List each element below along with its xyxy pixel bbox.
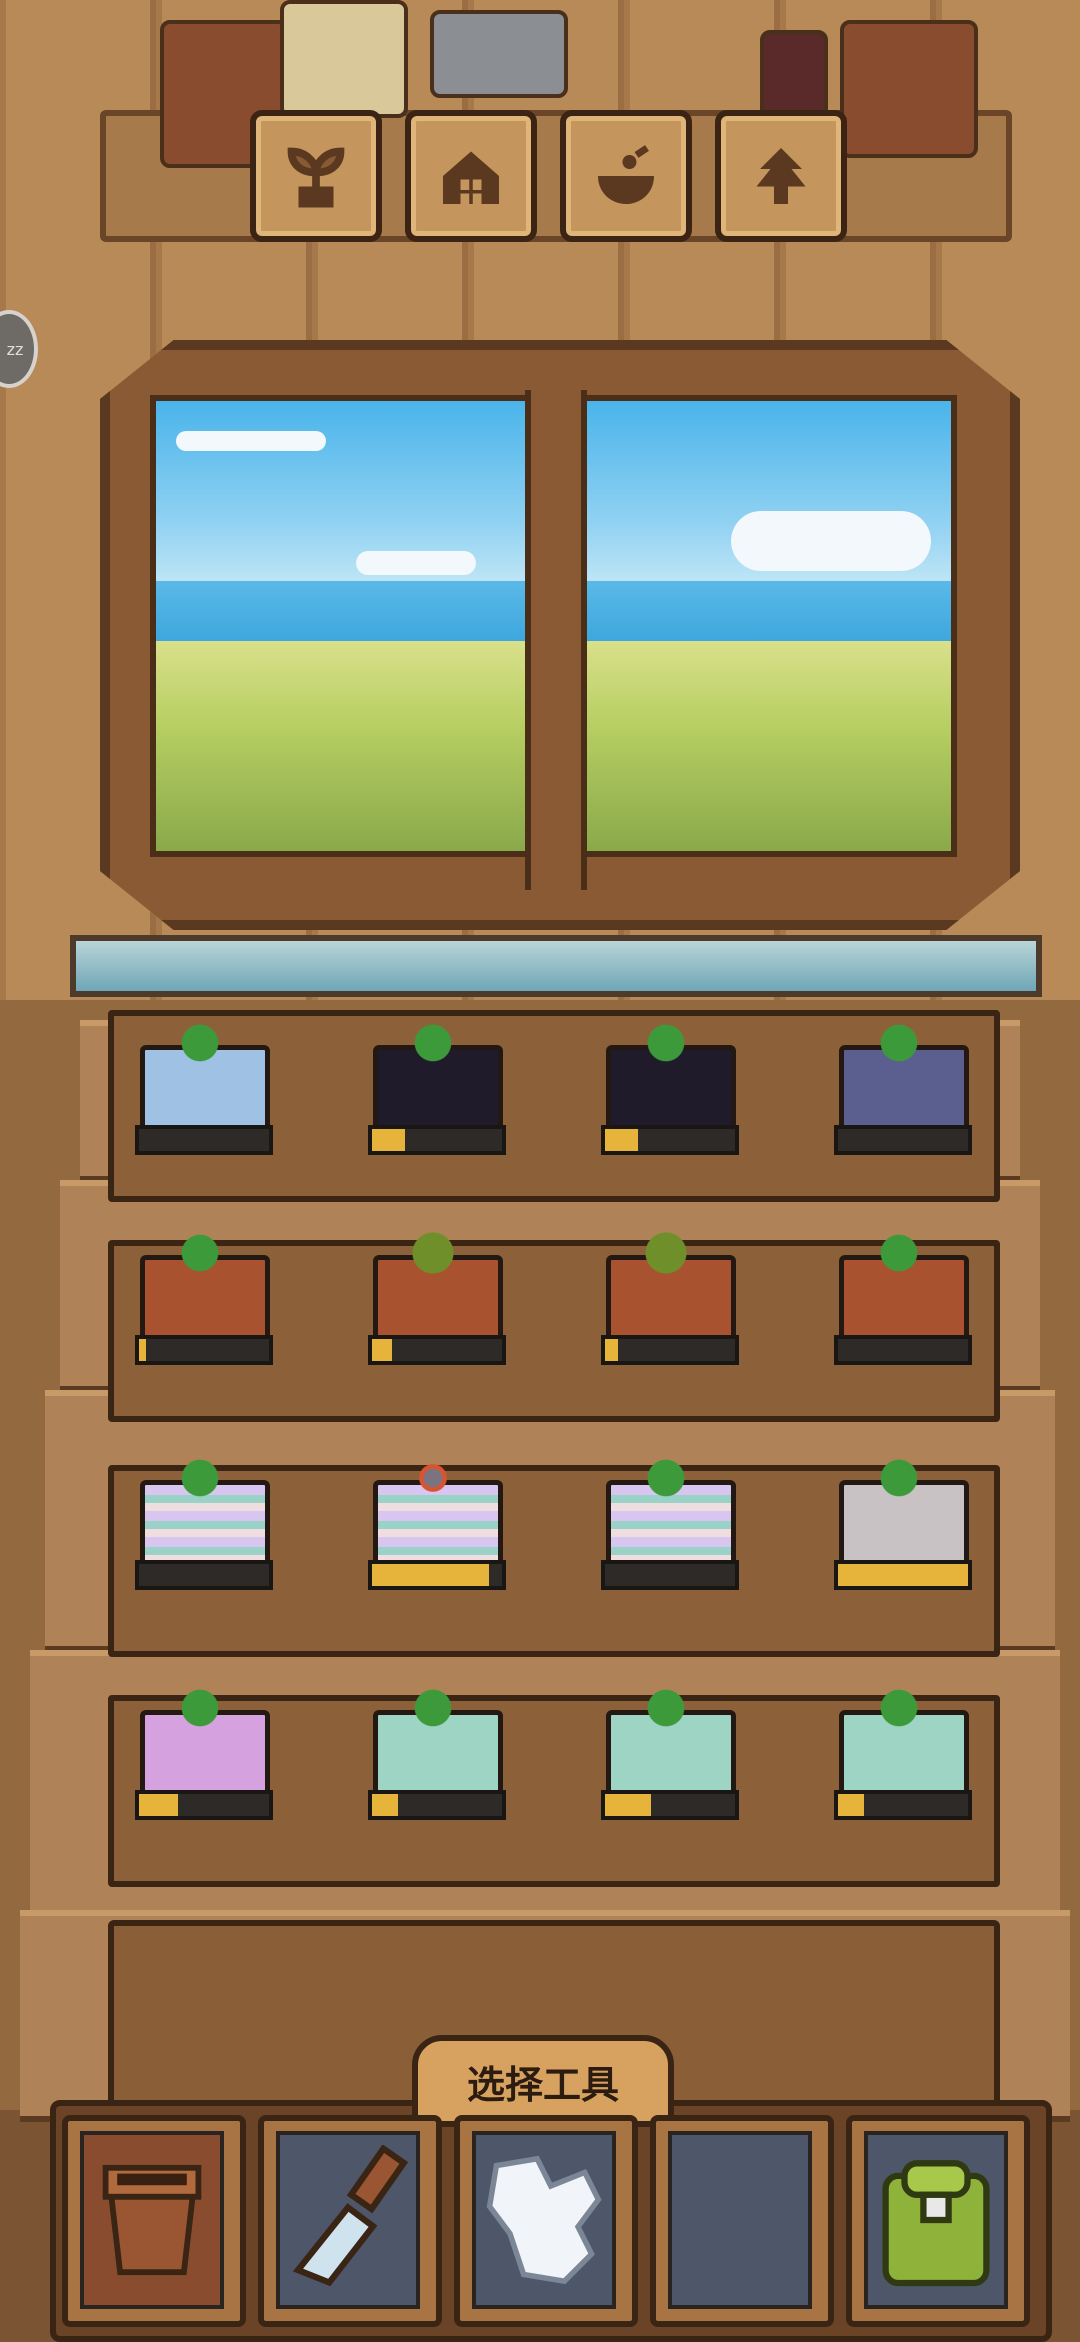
- growth-progress-fill: [605, 1794, 651, 1816]
- shelf-pot-decoration: [840, 20, 978, 158]
- growth-progress-bar: [368, 1335, 506, 1365]
- plant-pot-slot[interactable]: [363, 1440, 506, 1590]
- growth-progress-fill: [139, 1339, 146, 1361]
- seedling-plant: [170, 1675, 230, 1730]
- nav-sprout-button[interactable]: [250, 110, 382, 242]
- tall-vine-plant: [170, 1220, 230, 1275]
- growth-progress-fill: [838, 1564, 968, 1586]
- nav-bowl-button[interactable]: [560, 110, 692, 242]
- growth-progress-bar: [834, 1335, 972, 1365]
- plant-pot-slot[interactable]: [829, 1670, 972, 1820]
- small-sprout-plant: [869, 1445, 929, 1500]
- tool-slot-pot[interactable]: [62, 2115, 246, 2327]
- growth-progress-bar: [601, 1790, 739, 1820]
- growth-progress-bar: [135, 1560, 273, 1590]
- plant-pot-slot[interactable]: [130, 1215, 273, 1365]
- plant-pot-slot[interactable]: [596, 1005, 739, 1155]
- growth-progress-fill: [139, 1794, 178, 1816]
- tall-vine-plant: [170, 1010, 230, 1065]
- nav-tree-button[interactable]: [715, 110, 847, 242]
- growth-progress-fill: [605, 1339, 618, 1361]
- house-icon: [443, 151, 499, 204]
- corn-stalk-plant: [869, 1220, 929, 1275]
- seedling-plant: [636, 1675, 696, 1730]
- growth-progress-bar: [368, 1560, 506, 1590]
- growth-progress-fill: [372, 1564, 489, 1586]
- growth-progress-fill: [838, 1794, 864, 1816]
- broad-leaf-plant: [636, 1445, 696, 1500]
- plant-pot-slot[interactable]: [829, 1440, 972, 1590]
- window-sill: [70, 935, 1042, 997]
- growth-progress-bar: [601, 1335, 739, 1365]
- seedling-plant: [403, 1675, 463, 1730]
- sprout-icon: [287, 147, 345, 208]
- growth-progress-bar: [601, 1560, 739, 1590]
- bowl-icon: [598, 145, 654, 204]
- select-tool-label: 选择工具: [466, 2062, 619, 2107]
- nav-house-button[interactable]: [405, 110, 537, 242]
- plant-pot-slot[interactable]: [130, 1670, 273, 1820]
- curl-sprout-plant: [636, 1010, 696, 1065]
- shelf-tin-decoration: [430, 10, 568, 98]
- tool-slot-glove[interactable]: [454, 2115, 638, 2327]
- shelf-jar-decoration: [280, 0, 408, 118]
- pot-icon: [102, 2164, 202, 2276]
- growth-progress-fill: [605, 1129, 638, 1151]
- growth-progress-fill: [372, 1794, 398, 1816]
- curl-sprout-plant: [403, 1010, 463, 1065]
- tree-icon: [756, 148, 806, 204]
- plant-pot-slot[interactable]: [363, 1005, 506, 1155]
- plant-pot-slot[interactable]: [363, 1670, 506, 1820]
- growth-progress-bar: [834, 1560, 972, 1590]
- tool-label-tab: 选择工具: [412, 2035, 674, 2127]
- plant-pot-slot[interactable]: [363, 1215, 506, 1365]
- growth-progress-fill: [372, 1339, 392, 1361]
- growth-progress-bar: [368, 1790, 506, 1820]
- zz-icon: zz: [6, 339, 24, 359]
- red-bonsai-plant: [403, 1445, 463, 1500]
- plant-pot-slot[interactable]: [829, 1215, 972, 1365]
- seedling-plant: [869, 1675, 929, 1730]
- tool-slot-trowel[interactable]: [258, 2115, 442, 2327]
- growth-progress-bar: [135, 1790, 273, 1820]
- broad-leaf-plant: [170, 1445, 230, 1500]
- growth-progress-bar: [135, 1125, 273, 1155]
- backpack-icon: [882, 2160, 990, 2287]
- window-mullion: [525, 390, 587, 890]
- window-pane-right: [575, 395, 957, 857]
- growth-progress-bar: [834, 1790, 972, 1820]
- plant-pot-slot[interactable]: [130, 1440, 273, 1590]
- plant-pot-slot[interactable]: [829, 1005, 972, 1155]
- window-pane-left: [150, 395, 532, 857]
- green-tentacles-plant: [403, 1220, 463, 1275]
- green-tentacles-plant: [636, 1220, 696, 1275]
- plant-pot-slot[interactable]: [596, 1670, 739, 1820]
- growth-progress-bar: [601, 1125, 739, 1155]
- trowel-icon: [292, 2145, 409, 2287]
- tool-slot-empty[interactable]: [650, 2115, 834, 2327]
- plant-pot-slot[interactable]: [130, 1005, 273, 1155]
- plant-pot-slot[interactable]: [596, 1440, 739, 1590]
- growth-progress-fill: [372, 1129, 405, 1151]
- plant-pot-slot[interactable]: [596, 1215, 739, 1365]
- glove-icon: [486, 2155, 602, 2285]
- corn-stalk-plant: [869, 1010, 929, 1065]
- tool-slot-backpack[interactable]: [846, 2115, 1030, 2327]
- growth-progress-bar: [135, 1335, 273, 1365]
- growth-progress-bar: [834, 1125, 972, 1155]
- growth-progress-bar: [368, 1125, 506, 1155]
- empty-slot: [668, 2131, 812, 2309]
